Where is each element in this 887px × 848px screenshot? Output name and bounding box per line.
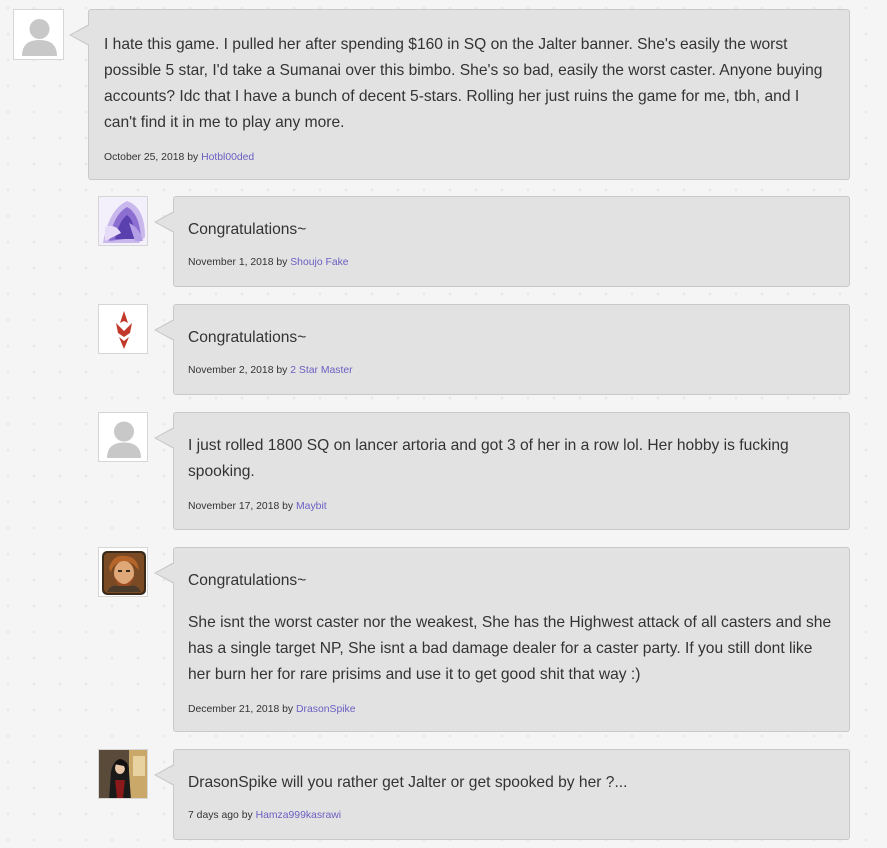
- user-avatar[interactable]: [98, 304, 148, 354]
- comment-meta: November 2, 2018 by 2 Star Master: [188, 365, 833, 376]
- author-link[interactable]: Shoujo Fake: [290, 257, 348, 268]
- user-avatar[interactable]: [98, 547, 148, 597]
- comment-text: I just rolled 1800 SQ on lancer artoria …: [188, 437, 789, 480]
- red-crest-avatar: [99, 305, 147, 353]
- bearded-man-avatar: [99, 548, 147, 596]
- comment-text: She isnt the worst caster nor the weakes…: [188, 614, 832, 683]
- comment-text: Congratulations~: [188, 221, 307, 238]
- comment-text: Congratulations~: [188, 329, 307, 346]
- default-user-icon: [14, 10, 63, 59]
- comment-bubble: I hate this game. I pulled her after spe…: [69, 9, 850, 180]
- author-link[interactable]: Hotbl00ded: [201, 152, 254, 163]
- comment-bubble: Congratulations~ She isnt the worst cast…: [154, 547, 850, 732]
- comment-meta: November 1, 2018 by Shoujo Fake: [188, 257, 833, 268]
- anime-girl-avatar: [99, 197, 147, 245]
- author-link[interactable]: 2 Star Master: [290, 365, 352, 376]
- author-link[interactable]: Maybit: [296, 501, 327, 512]
- comment-meta: 7 days ago by Hamza999kasrawi: [188, 810, 833, 821]
- user-avatar[interactable]: [98, 412, 148, 462]
- comment-bubble: DrasonSpike will you rather get Jalter o…: [154, 749, 850, 840]
- comment-date: December 21, 2018: [188, 704, 280, 715]
- default-user-icon: [99, 413, 147, 461]
- comment-by: by: [282, 704, 294, 715]
- comment-bubble: Congratulations~ November 2, 2018 by 2 S…: [154, 304, 850, 395]
- comment-by: by: [241, 810, 253, 821]
- comment-date: November 1, 2018: [188, 257, 274, 268]
- comment-bubble: Congratulations~ November 1, 2018 by Sho…: [154, 196, 850, 287]
- comment-text: Congratulations~: [188, 572, 307, 589]
- comment-date: 7 days ago: [188, 810, 239, 821]
- comment-by: by: [282, 501, 294, 512]
- comment-by: by: [276, 257, 288, 268]
- comment-text: DrasonSpike will you rather get Jalter o…: [188, 774, 628, 791]
- user-avatar[interactable]: [98, 196, 148, 246]
- comment-by: by: [276, 365, 288, 376]
- comment-meta: December 21, 2018 by DrasonSpike: [188, 704, 833, 715]
- user-avatar[interactable]: [98, 749, 148, 799]
- comment-date: October 25, 2018: [104, 152, 185, 163]
- author-link[interactable]: DrasonSpike: [296, 704, 356, 715]
- comment-text: I hate this game. I pulled her after spe…: [104, 36, 823, 131]
- comment-meta: October 25, 2018 by Hotbl00ded: [104, 152, 833, 163]
- comment-date: November 2, 2018: [188, 365, 274, 376]
- comment-by: by: [187, 152, 199, 163]
- author-link[interactable]: Hamza999kasrawi: [256, 810, 341, 821]
- comment-date: November 17, 2018: [188, 501, 280, 512]
- user-avatar[interactable]: [13, 9, 64, 60]
- comment-meta: November 17, 2018 by Maybit: [188, 501, 833, 512]
- comment-bubble: I just rolled 1800 SQ on lancer artoria …: [154, 412, 850, 530]
- dark-character-avatar: [99, 750, 147, 798]
